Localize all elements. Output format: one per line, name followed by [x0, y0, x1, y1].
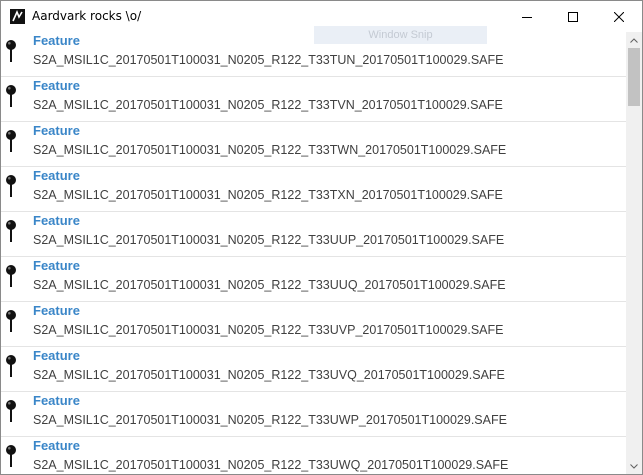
- map-pin-icon: [6, 130, 16, 152]
- list-item-title: Feature: [33, 393, 80, 408]
- minimize-button[interactable]: [504, 1, 550, 32]
- list-item[interactable]: Feature S2A_MSIL1C_20170501T100031_N0205_…: [1, 32, 626, 77]
- list-item-filename: S2A_MSIL1C_20170501T100031_N0205_R122_T3…: [33, 188, 503, 202]
- list-item[interactable]: Feature S2A_MSIL1C_20170501T100031_N0205_…: [1, 437, 626, 474]
- chevron-down-icon: [630, 463, 638, 469]
- window-title: Aardvark rocks \o/: [32, 9, 142, 23]
- map-pin-icon: [6, 310, 16, 332]
- maximize-icon: [568, 11, 578, 22]
- map-pin-icon: [6, 355, 16, 377]
- app-logo-icon: [10, 9, 25, 24]
- map-pin-icon: [6, 265, 16, 287]
- vertical-scrollbar[interactable]: [626, 32, 642, 474]
- list-item-title: Feature: [33, 168, 80, 183]
- list-item-filename: S2A_MSIL1C_20170501T100031_N0205_R122_T3…: [33, 413, 507, 427]
- list-item-filename: S2A_MSIL1C_20170501T100031_N0205_R122_T3…: [33, 233, 505, 247]
- list-item[interactable]: Feature S2A_MSIL1C_20170501T100031_N0205_…: [1, 212, 626, 257]
- scrollbar-thumb[interactable]: [628, 48, 640, 106]
- list-item-filename: S2A_MSIL1C_20170501T100031_N0205_R122_T3…: [33, 458, 509, 472]
- map-pin-icon: [6, 175, 16, 197]
- list-item[interactable]: Feature S2A_MSIL1C_20170501T100031_N0205_…: [1, 167, 626, 212]
- scroll-down-button[interactable]: [626, 458, 642, 474]
- list-item[interactable]: Feature S2A_MSIL1C_20170501T100031_N0205_…: [1, 77, 626, 122]
- list-item-filename: S2A_MSIL1C_20170501T100031_N0205_R122_T3…: [33, 143, 507, 157]
- map-pin-icon: [6, 40, 16, 62]
- list-item-title: Feature: [33, 213, 80, 228]
- map-pin-icon: [6, 220, 16, 242]
- list-item-filename: S2A_MSIL1C_20170501T100031_N0205_R122_T3…: [33, 323, 504, 337]
- minimize-icon: [522, 16, 532, 18]
- close-button[interactable]: [596, 1, 642, 32]
- list-item[interactable]: Feature S2A_MSIL1C_20170501T100031_N0205_…: [1, 347, 626, 392]
- title-bar[interactable]: Aardvark rocks \o/ Window Snip: [1, 1, 642, 44]
- close-icon: [614, 11, 624, 22]
- list-item[interactable]: Feature S2A_MSIL1C_20170501T100031_N0205_…: [1, 392, 626, 437]
- list-item-title: Feature: [33, 438, 80, 453]
- map-pin-icon: [6, 85, 16, 107]
- list-item-title: Feature: [33, 78, 80, 93]
- list-item-title: Feature: [33, 123, 80, 138]
- chevron-up-icon: [630, 37, 638, 43]
- list-item-title: Feature: [33, 303, 80, 318]
- list-item-title: Feature: [33, 33, 80, 48]
- list-item-filename: S2A_MSIL1C_20170501T100031_N0205_R122_T3…: [33, 98, 503, 112]
- feature-list: Feature S2A_MSIL1C_20170501T100031_N0205_…: [1, 32, 626, 474]
- list-item[interactable]: Feature S2A_MSIL1C_20170501T100031_N0205_…: [1, 122, 626, 167]
- list-item-filename: S2A_MSIL1C_20170501T100031_N0205_R122_T3…: [33, 278, 506, 292]
- scroll-up-button[interactable]: [626, 32, 642, 48]
- list-item-filename: S2A_MSIL1C_20170501T100031_N0205_R122_T3…: [33, 53, 504, 67]
- list-item-title: Feature: [33, 348, 80, 363]
- list-item[interactable]: Feature S2A_MSIL1C_20170501T100031_N0205_…: [1, 302, 626, 347]
- map-pin-icon: [6, 445, 16, 467]
- list-item-title: Feature: [33, 258, 80, 273]
- list-item[interactable]: Feature S2A_MSIL1C_20170501T100031_N0205_…: [1, 257, 626, 302]
- app-window: Aardvark rocks \o/ Window Snip Feature S2…: [0, 0, 643, 475]
- list-item-filename: S2A_MSIL1C_20170501T100031_N0205_R122_T3…: [33, 368, 505, 382]
- maximize-button[interactable]: [550, 1, 596, 32]
- map-pin-icon: [6, 400, 16, 422]
